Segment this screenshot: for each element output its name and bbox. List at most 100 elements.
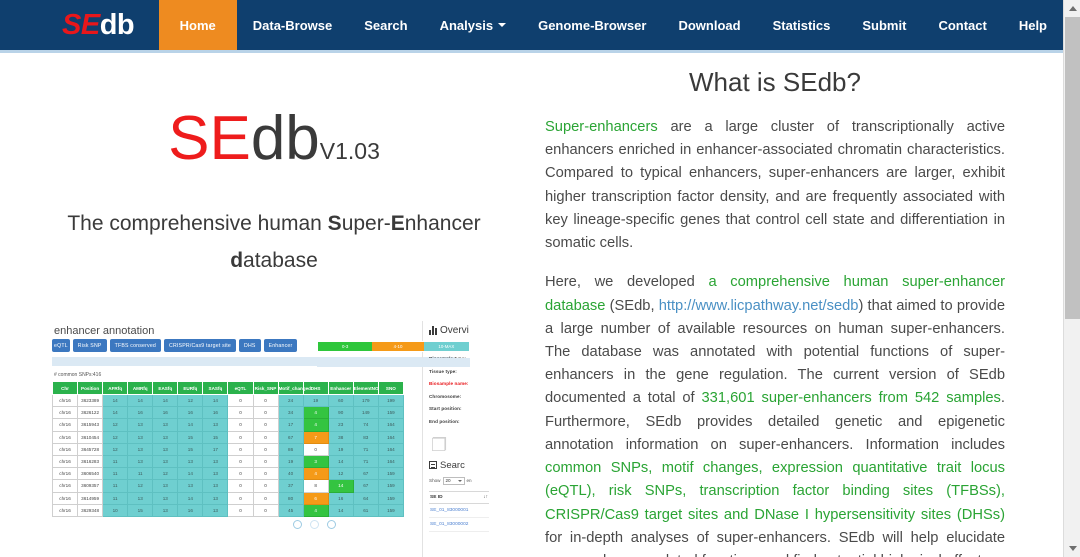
carousel-dot[interactable]: [310, 520, 319, 529]
screenshot-tab-tfbs-conserved[interactable]: TFBS conserved: [109, 339, 162, 352]
hero-title-db: db: [250, 104, 320, 173]
table-row: chr16 3609357 11 12 13 13 13 0 0 37 8 14 67 159: [51, 479, 405, 493]
table-cell: 13: [152, 454, 179, 469]
screenshot-tab-risk-snp[interactable]: Risk SNP: [72, 339, 107, 352]
search-title-text: Searc: [440, 459, 465, 471]
hero-title-se: SE: [168, 104, 251, 173]
table-cell: 0: [227, 418, 254, 432]
table-cell: 15: [177, 442, 204, 456]
table-cell: 23: [327, 418, 354, 432]
hero-subtitle-d: d: [230, 248, 244, 272]
down-arrow-icon: ❐: [431, 434, 448, 455]
nav-item-analysis[interactable]: Analysis: [424, 0, 522, 50]
nav-item-statistics[interactable]: Statistics: [757, 0, 847, 50]
page-scrollbar[interactable]: [1063, 0, 1080, 557]
table-cell: 3629348: [77, 503, 104, 517]
screenshot-tab-enhancer[interactable]: Enhancer: [263, 339, 298, 352]
table-row: chr16 3629348 10 15 13 16 13 0 0 45 4 14 61 159: [51, 503, 405, 517]
table-cell: 164: [377, 418, 405, 432]
table-cell: 45: [277, 503, 304, 517]
site-logo[interactable]: SE db: [0, 0, 159, 50]
table-cell: 12: [127, 479, 154, 493]
scroll-up-button[interactable]: [1064, 0, 1080, 17]
scroll-down-button[interactable]: [1064, 540, 1080, 557]
table-column-header: EASfq: [152, 381, 179, 395]
about-panel: What is SEdb? Super-enhancers are a larg…: [545, 53, 1005, 557]
table-cell: 17: [277, 418, 304, 432]
table-row: chr16 3610454 12 13 13 15 15 0 0 67 7 38 83 164: [51, 430, 405, 444]
chevron-up-icon: [1068, 6, 1077, 11]
about-p2-t1: Here, we developed: [545, 274, 709, 291]
table-row: chr16 3616283 11 13 13 13 13 0 0 19 3 14 71 164: [51, 454, 405, 469]
field-tissue-type: Tissue type:: [429, 368, 457, 374]
table-cell: 0: [252, 467, 279, 481]
page-title: What is SEdb?: [689, 67, 861, 97]
nav-label-genome-browser: Genome-Browser: [538, 17, 647, 33]
screenshot-tab-dhs[interactable]: DHS: [239, 339, 261, 352]
table-cell: 0: [227, 393, 254, 408]
carousel-indicators: [293, 520, 336, 529]
table-body: chr16 3623389 14 14 14 12 14 0 0 24 19 60 179 199 chr1…: [51, 393, 405, 517]
nav-item-contact[interactable]: Contact: [922, 0, 1002, 50]
entries-select[interactable]: 20: [442, 476, 465, 485]
table-column-header: ElementNO: [352, 381, 379, 395]
nav-item-submit[interactable]: Submit: [846, 0, 922, 50]
table-row: chr16 3645728 12 13 13 15 17 0 0 86 0 19 71 164: [51, 442, 405, 456]
table-cell: chr16: [51, 393, 79, 408]
link-sedb-url[interactable]: http://www.licpathway.net/sedb: [659, 298, 859, 314]
table-cell: 64: [352, 491, 379, 505]
table-cell: chr16: [51, 442, 79, 456]
carousel-dot[interactable]: [327, 520, 336, 529]
table-cell: 0: [252, 442, 279, 456]
table-cell: 3: [302, 454, 329, 469]
nav-label-search: Search: [364, 17, 408, 33]
table-cell: 13: [152, 479, 179, 493]
table-cell: 179: [352, 393, 379, 408]
screenshot-data-table: Chr Position AFRfq AMRfq EASfq EURfq SASfq eQTL…: [51, 381, 405, 517]
screenshot-legend-backdrop: [317, 358, 470, 367]
table-cell: 6: [302, 491, 329, 505]
chevron-down-icon: [457, 479, 462, 482]
link-super-enhancers[interactable]: Super-enhancers: [545, 119, 658, 135]
table-cell: 19: [302, 393, 329, 408]
se-id-row[interactable]: SE_01_83000002: [429, 518, 489, 532]
nav-item-genome-browser[interactable]: Genome-Browser: [522, 0, 662, 50]
se-id-row[interactable]: SE_01_83000001: [429, 504, 489, 518]
table-row: chr16 3606540 11 11 12 14 13 0 0 40 4 12 67 159: [51, 467, 405, 481]
nav-item-home[interactable]: Home: [158, 0, 237, 50]
table-cell: 0: [252, 479, 279, 493]
hero-subtitle-pre: The comprehensive human: [67, 212, 328, 235]
table-cell: 67: [277, 430, 304, 444]
table-cell: 13: [152, 491, 179, 505]
table-cell: 67: [352, 479, 379, 493]
screenshot-tab-eqtl[interactable]: eQTL: [52, 339, 70, 352]
table-cell: 11: [102, 491, 129, 505]
carousel-slide-screenshot[interactable]: enhancer annotation eQTL Risk SNP TFBS c…: [48, 321, 492, 557]
table-cell: 17: [202, 442, 229, 456]
table-cell: chr16: [51, 503, 79, 517]
nav-item-download[interactable]: Download: [662, 0, 756, 50]
nav-item-help[interactable]: Help: [1003, 0, 1063, 50]
nav-label-submit: Submit: [862, 17, 907, 33]
table-cell: 3609357: [77, 479, 104, 493]
table-cell: 13: [202, 454, 229, 469]
table-cell: 159: [377, 491, 405, 505]
table-cell: 0: [252, 503, 279, 517]
nav-label-statistics: Statistics: [772, 17, 831, 33]
table-cell: 0: [252, 454, 279, 469]
table-cell: 14: [327, 479, 354, 493]
nav-item-data-browse[interactable]: Data-Browse: [237, 0, 348, 50]
bar-chart-icon: [429, 326, 437, 335]
screenshot-tab-crispr-cas9[interactable]: CRISPR/Cas9 target site: [164, 339, 236, 352]
table-cell: 14: [127, 393, 154, 408]
nav-item-search[interactable]: Search: [348, 0, 423, 50]
table-cell: 14: [102, 393, 129, 408]
stat-super-enhancer-count: 331,601 super-enhancers from 542 samples: [701, 390, 1001, 407]
table-column-header: SASfq: [202, 381, 229, 395]
screenshot-sidebar: Overvi Data source: Biosample type: Tiss…: [422, 321, 492, 557]
table-cell: 0: [252, 393, 279, 408]
screenshot-main-area: enhancer annotation eQTL Risk SNP TFBS c…: [48, 321, 458, 557]
legend-segment: 4-10: [372, 342, 424, 351]
scrollbar-thumb[interactable]: [1065, 17, 1080, 319]
carousel-dot[interactable]: [293, 520, 302, 529]
